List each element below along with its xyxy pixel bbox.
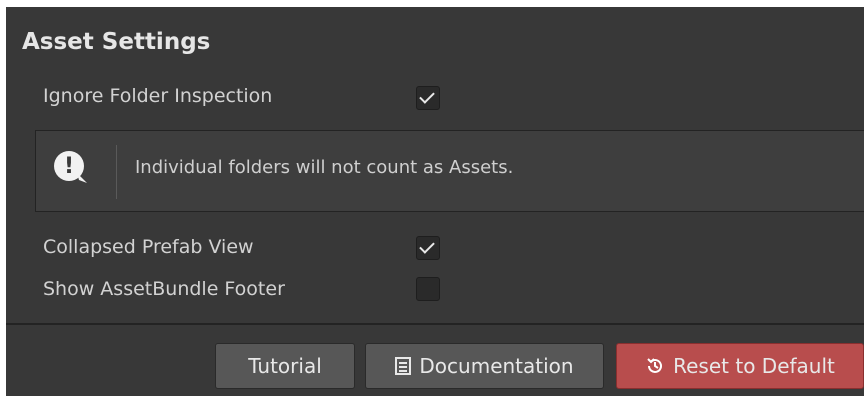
info-help-box: ! Individual folders will not count as A…: [35, 130, 864, 212]
asset-settings-panel: Asset Settings Ignore Folder Inspection …: [6, 7, 864, 396]
ignore-folder-inspection-label: Ignore Folder Inspection: [43, 85, 273, 107]
checkmark-icon: [419, 238, 435, 254]
info-message: Individual folders will not count as Ass…: [135, 157, 514, 178]
reset-to-default-button[interactable]: Reset to Default: [616, 343, 864, 389]
documentation-button-label: Documentation: [419, 354, 574, 378]
exclamation-speech-icon: !: [54, 151, 84, 181]
documentation-button[interactable]: Documentation: [365, 343, 604, 389]
ignore-folder-inspection-checkbox[interactable]: [416, 86, 440, 110]
tutorial-button-label: Tutorial: [248, 354, 322, 378]
info-divider: [116, 145, 117, 199]
collapsed-prefab-view-label: Collapsed Prefab View: [43, 236, 254, 258]
document-icon: [395, 357, 412, 375]
reset-to-default-button-label: Reset to Default: [673, 354, 835, 378]
collapsed-prefab-view-checkbox[interactable]: [416, 236, 440, 260]
tutorial-button[interactable]: Tutorial: [215, 343, 355, 389]
section-title: Asset Settings: [22, 29, 211, 55]
footer-divider: [6, 323, 864, 325]
show-assetbundle-footer-checkbox[interactable]: [416, 277, 440, 301]
show-assetbundle-footer-label: Show AssetBundle Footer: [43, 278, 285, 300]
checkmark-icon: [419, 88, 435, 104]
history-icon: [645, 356, 665, 376]
